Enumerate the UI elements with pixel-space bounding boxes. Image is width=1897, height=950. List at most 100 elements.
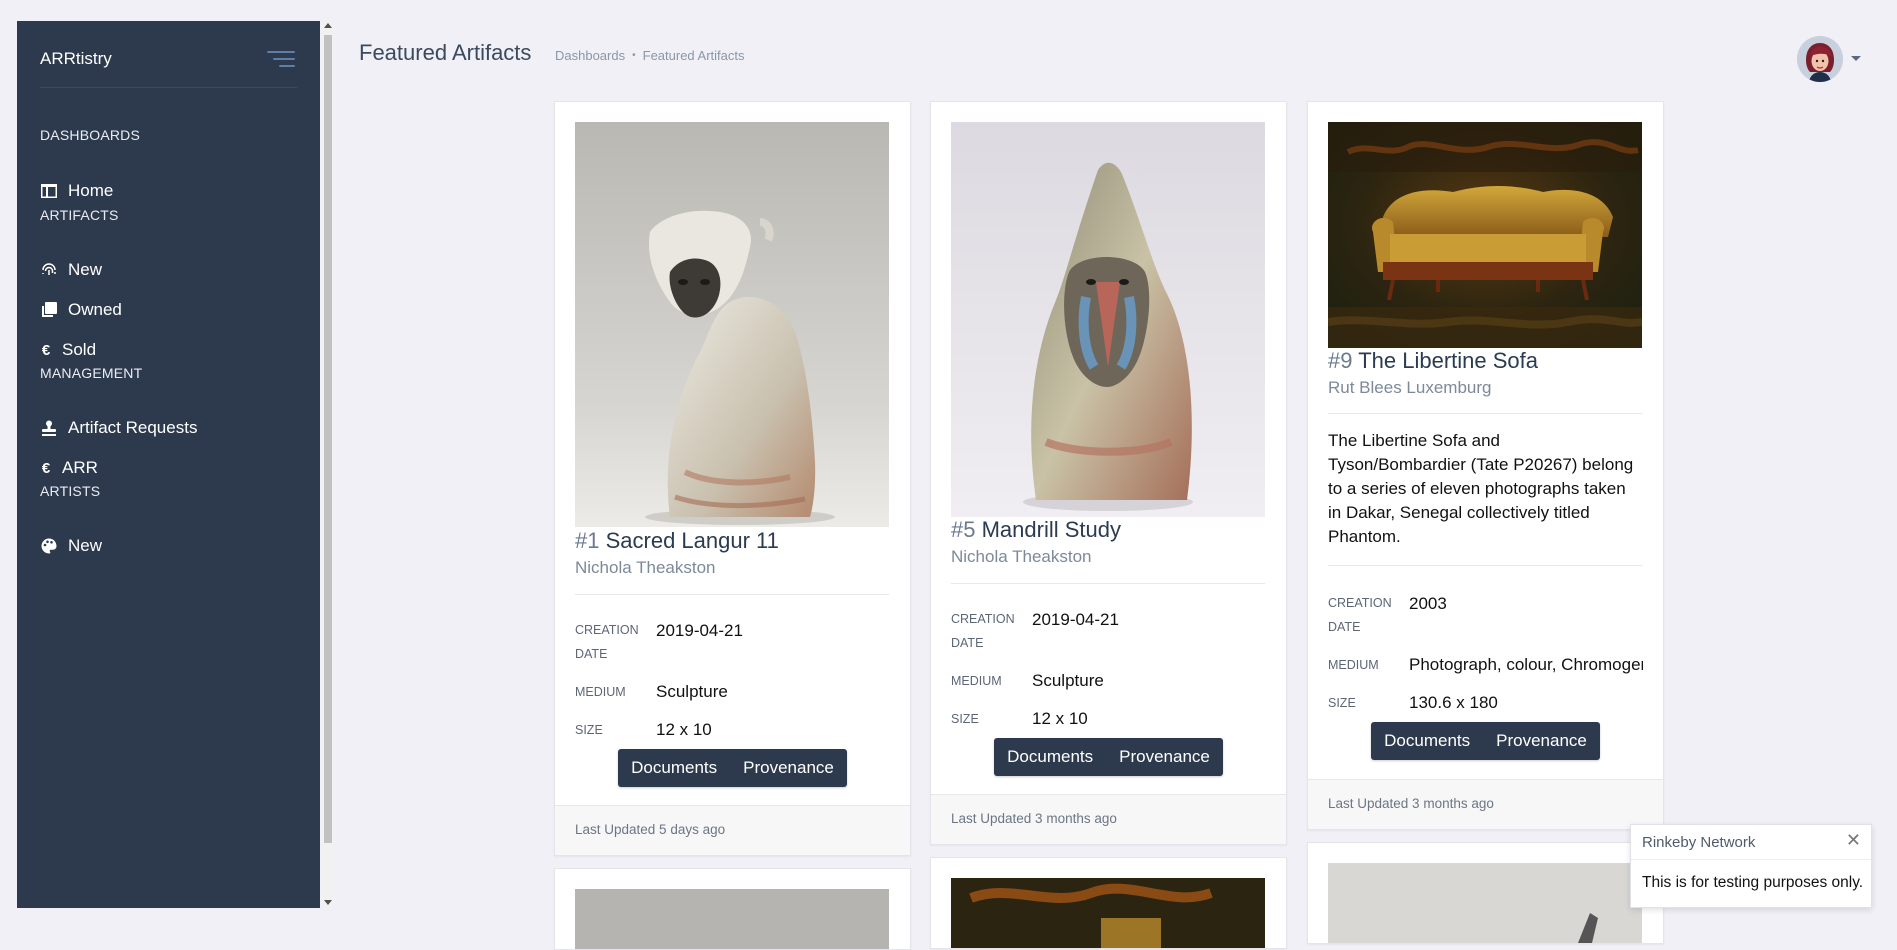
- artifact-image[interactable]: [951, 122, 1265, 517]
- section-label-artists: ARTISTS: [40, 483, 101, 499]
- palette-icon: [40, 537, 58, 555]
- last-updated-text: Last Updated 3 months ago: [1328, 796, 1494, 811]
- artifact-card[interactable]: #9 The Libertine Sofa Rut Blees Luxembur…: [1307, 101, 1664, 830]
- artifact-title-text: Sacred Langur 11: [605, 528, 779, 553]
- divider: [40, 87, 297, 88]
- size-value: 12 x 10: [656, 720, 712, 739]
- documents-button[interactable]: Documents: [618, 749, 730, 787]
- divider: [1328, 413, 1642, 414]
- sidebar-item-label: New: [68, 260, 103, 279]
- provenance-button[interactable]: Provenance: [730, 749, 847, 787]
- sidebar-item-label: Artifact Requests: [68, 418, 198, 437]
- button-group: Documents Provenance: [994, 738, 1223, 776]
- sidebar-scrollbar[interactable]: [322, 21, 334, 908]
- artifact-card[interactable]: [1307, 842, 1664, 944]
- provenance-button[interactable]: Provenance: [1106, 738, 1223, 776]
- menu-toggle-icon[interactable]: [267, 50, 295, 72]
- artifact-image[interactable]: [951, 878, 1265, 948]
- artifact-number: #5: [951, 517, 976, 542]
- card-footer: Last Updated 5 days ago: [555, 805, 910, 855]
- medium-value: Sculpture: [1032, 671, 1104, 690]
- fingerprint-icon: [40, 261, 58, 279]
- size-label: SIZE: [575, 723, 603, 737]
- creation-date-label: CREATION DATE: [951, 612, 1015, 650]
- creation-date-label: CREATION DATE: [1328, 596, 1392, 634]
- sidebar-item-label: Sold: [62, 340, 97, 359]
- size-value: 12 x 10: [1032, 709, 1088, 728]
- sidebar-item-label: ARR: [62, 458, 98, 477]
- breadcrumb: Dashboards • Featured Artifacts: [555, 48, 745, 63]
- creation-date-value: 2019-04-21: [656, 621, 743, 640]
- stamp-icon: [40, 419, 58, 437]
- last-updated-text: Last Updated 5 days ago: [575, 822, 726, 837]
- divider: [575, 594, 889, 595]
- artifact-card[interactable]: #1 Sacred Langur 11 Nichola Theakston CR…: [554, 101, 911, 856]
- action-buttons: Documents Provenance: [931, 738, 1286, 776]
- card-footer: Last Updated 3 months ago: [1308, 779, 1663, 829]
- sidebar-item-new-artist[interactable]: New: [40, 531, 308, 561]
- last-updated-text: Last Updated 3 months ago: [951, 811, 1117, 826]
- button-group: Documents Provenance: [618, 749, 847, 787]
- artifact-artist[interactable]: Rut Blees Luxemburg: [1328, 378, 1491, 398]
- card-footer: Last Updated 3 months ago: [931, 794, 1286, 844]
- page-title: Featured Artifacts: [359, 40, 532, 65]
- close-icon[interactable]: ✕: [1846, 830, 1861, 851]
- sidebar-item-sold[interactable]: € Sold: [40, 335, 308, 365]
- artifact-title[interactable]: #5 Mandrill Study: [951, 517, 1121, 543]
- sidebar-item-arr[interactable]: € ARR: [40, 453, 308, 483]
- sidebar-item-new-artifact[interactable]: New: [40, 255, 308, 285]
- artifact-title-text: The Libertine Sofa: [1358, 348, 1538, 373]
- breadcrumb-item-current: Featured Artifacts: [642, 48, 745, 63]
- artifact-title-text: Mandrill Study: [981, 517, 1121, 542]
- sidebar: ARRtistry DASHBOARDS Home ARTIFACTS New …: [17, 21, 320, 908]
- action-buttons: Documents Provenance: [555, 749, 910, 787]
- breadcrumb-item-dashboards[interactable]: Dashboards: [555, 48, 625, 63]
- euro-icon: €: [41, 459, 51, 477]
- brand-name[interactable]: ARRtistry: [40, 49, 112, 69]
- chevron-down-icon[interactable]: [1851, 56, 1861, 61]
- scrollbar-thumb[interactable]: [324, 35, 332, 843]
- creation-date-value: 2003: [1409, 594, 1447, 613]
- section-label-management: MANAGEMENT: [40, 365, 143, 381]
- artifact-number: #9: [1328, 348, 1353, 373]
- artifact-image[interactable]: [1328, 122, 1642, 348]
- artifact-title[interactable]: #9 The Libertine Sofa: [1328, 348, 1538, 374]
- medium-label: MEDIUM: [1328, 658, 1379, 672]
- table-icon: [40, 182, 58, 200]
- clone-icon: [40, 301, 58, 319]
- artifact-image[interactable]: [575, 122, 889, 527]
- artifact-artist[interactable]: Nichola Theakston: [951, 547, 1092, 567]
- artifact-card[interactable]: [930, 857, 1287, 949]
- toast-message: This is for testing purposes only.: [1642, 874, 1864, 891]
- scroll-down-arrow-icon[interactable]: [324, 900, 332, 905]
- artifact-image[interactable]: [575, 889, 889, 949]
- artifact-title[interactable]: #1 Sacred Langur 11: [575, 528, 779, 554]
- sidebar-item-home[interactable]: Home: [40, 176, 308, 206]
- size-label: SIZE: [1328, 696, 1356, 710]
- documents-button[interactable]: Documents: [1371, 722, 1483, 760]
- sidebar-item-label: Home: [68, 181, 114, 200]
- toast-title: Rinkeby Network: [1642, 834, 1756, 851]
- artifact-artist[interactable]: Nichola Theakston: [575, 558, 716, 578]
- button-group: Documents Provenance: [1371, 722, 1600, 760]
- action-buttons: Documents Provenance: [1308, 722, 1663, 760]
- artifact-image[interactable]: [1328, 863, 1642, 943]
- sidebar-item-owned[interactable]: Owned: [40, 295, 308, 325]
- documents-button[interactable]: Documents: [994, 738, 1106, 776]
- artifact-card[interactable]: #5 Mandrill Study Nichola Theakston CREA…: [930, 101, 1287, 845]
- scroll-up-arrow-icon[interactable]: [324, 23, 332, 28]
- sidebar-item-artifact-requests[interactable]: Artifact Requests: [40, 413, 308, 443]
- artifact-card[interactable]: [554, 868, 911, 950]
- section-label-dashboards: DASHBOARDS: [40, 127, 141, 143]
- medium-label: MEDIUM: [951, 674, 1002, 688]
- size-label: SIZE: [951, 712, 979, 726]
- divider: [951, 583, 1265, 584]
- artifact-number: #1: [575, 528, 600, 553]
- provenance-button[interactable]: Provenance: [1483, 722, 1600, 760]
- section-label-artifacts: ARTIFACTS: [40, 207, 119, 223]
- network-toast: Rinkeby Network ✕ This is for testing pu…: [1630, 824, 1872, 908]
- avatar[interactable]: [1797, 36, 1843, 82]
- artifact-description: The Libertine Sofa and Tyson/Bombardier …: [1328, 431, 1634, 546]
- medium-label: MEDIUM: [575, 685, 626, 699]
- breadcrumb-separator: •: [632, 50, 636, 61]
